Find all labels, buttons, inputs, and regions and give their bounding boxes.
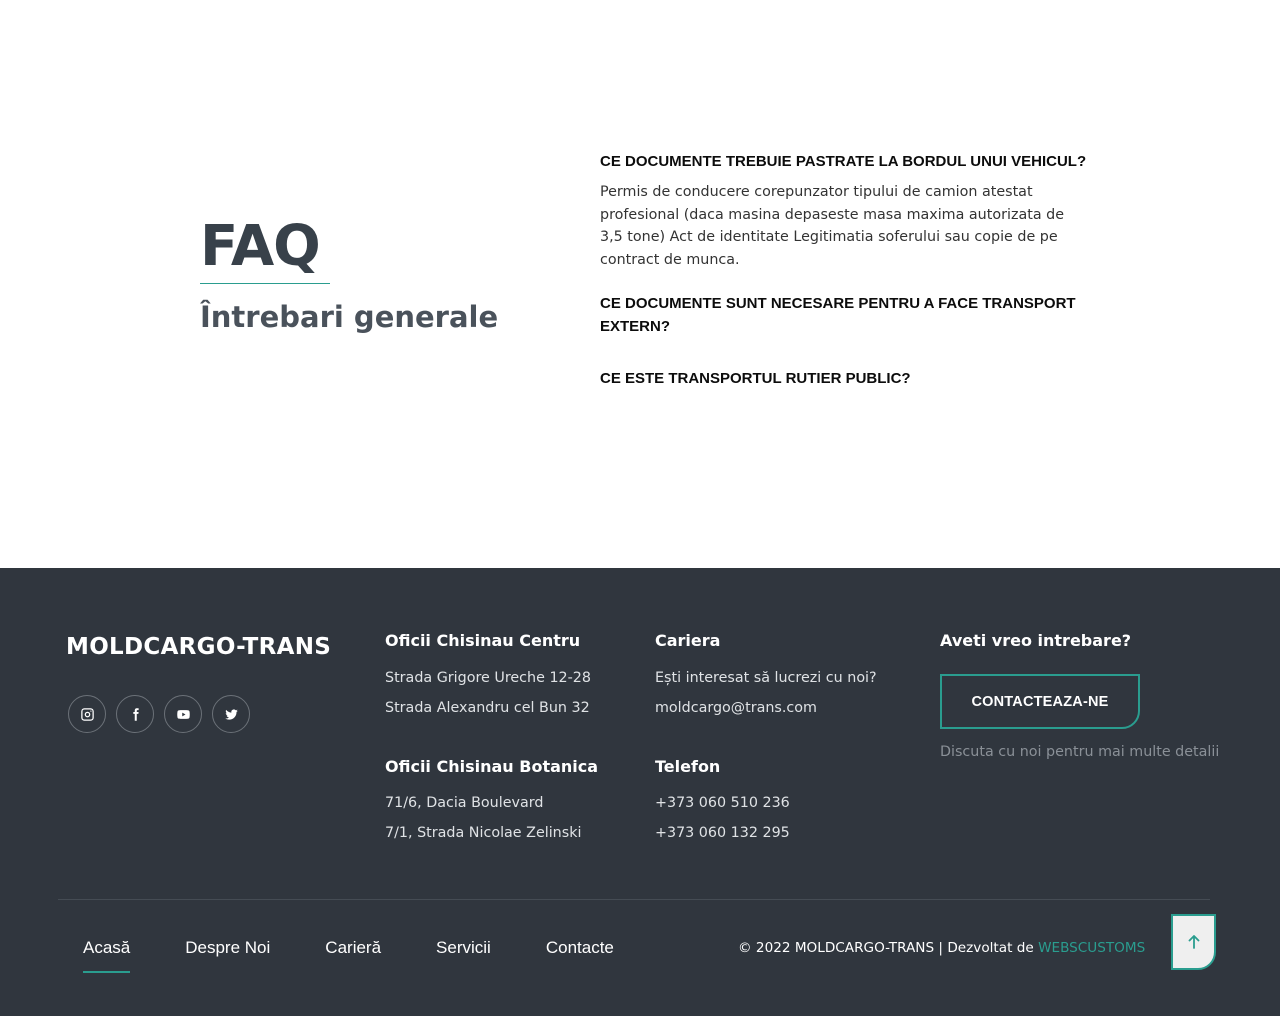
- phone-title: Telefon: [655, 757, 721, 776]
- faq-question-3[interactable]: CE ESTE TRANSPORTUL RUTIER PUBLIC?: [600, 367, 1090, 390]
- copyright-text: © 2022 MOLDCARGO-TRANS | Dezvoltat de: [738, 940, 1034, 956]
- twitter-icon[interactable]: [212, 695, 250, 733]
- faq-question-1[interactable]: CE DOCUMENTE TREBUIE PASTRATE LA BORDUL …: [600, 150, 1090, 173]
- faq-title: FAQ: [200, 214, 321, 279]
- office-botanica-address-2: 7/1, Strada Nicolae Zelinski: [385, 825, 582, 841]
- office-center-address-1: Strada Grigore Ureche 12-28: [385, 670, 591, 686]
- career-title: Cariera: [655, 631, 721, 650]
- faq-subtitle: Întrebari generale: [200, 300, 499, 334]
- faq-item-1[interactable]: CE DOCUMENTE TREBUIE PASTRATE LA BORDUL …: [600, 150, 1090, 272]
- faq-answer-1: Permis de conducere corepunzator tipului…: [600, 184, 1064, 269]
- facebook-icon[interactable]: [116, 695, 154, 733]
- copyright: © 2022 MOLDCARGO-TRANS | Dezvoltat de WE…: [738, 940, 1145, 956]
- phone-link-2[interactable]: +373 060 132 295: [655, 823, 790, 843]
- faq-title-underline: [200, 283, 330, 284]
- phone-link-1[interactable]: +373 060 510 236: [655, 793, 790, 813]
- office-botanica-address-1: 71/6, Dacia Boulevard: [385, 795, 544, 811]
- nav-item-cariera[interactable]: Carieră: [325, 935, 381, 961]
- faq-question-2[interactable]: CE DOCUMENTE SUNT NECESARE PENTRU A FACE…: [600, 292, 1080, 338]
- faq-item-3[interactable]: CE ESTE TRANSPORTUL RUTIER PUBLIC?: [600, 367, 1090, 390]
- site-footer: MOLDCARGO-TRANS Oficii Chisinau Centru S…: [0, 568, 1280, 1016]
- offices-botanica-title: Oficii Chisinau Botanica: [385, 757, 599, 776]
- career-text: Ești interesat să lucrezi cu noi?: [655, 670, 877, 686]
- instagram-icon[interactable]: [68, 695, 106, 733]
- faq-section: FAQ Întrebari generale CE DOCUMENTE TREB…: [0, 0, 1280, 568]
- nav-item-servicii[interactable]: Servicii: [436, 935, 491, 961]
- contact-button[interactable]: CONTACTEAZA-NE: [940, 674, 1140, 729]
- arrow-up-icon: [1188, 935, 1199, 949]
- career-email-link[interactable]: moldcargo@trans.com: [655, 698, 817, 718]
- faq-item-2[interactable]: CE DOCUMENTE SUNT NECESARE PENTRU A FACE…: [600, 292, 1080, 338]
- scroll-to-top-button[interactable]: [1171, 914, 1216, 970]
- youtube-icon[interactable]: [164, 695, 202, 733]
- footer-nav: Acasă Despre Noi Carieră Servicii Contac…: [83, 935, 669, 973]
- question-title: Aveti vreo intrebare?: [940, 631, 1132, 650]
- contact-hint: Discuta cu noi pentru mai multe detalii: [940, 744, 1220, 760]
- nav-item-despre-noi[interactable]: Despre Noi: [185, 935, 270, 961]
- footer-divider: [58, 899, 1210, 900]
- offices-center-title: Oficii Chisinau Centru: [385, 631, 581, 650]
- social-links: [68, 695, 250, 733]
- nav-item-contacte[interactable]: Contacte: [546, 935, 614, 961]
- nav-item-acasa[interactable]: Acasă: [83, 935, 131, 973]
- developer-link[interactable]: WEBSCUSTOMS: [1038, 940, 1145, 956]
- office-center-address-2: Strada Alexandru cel Bun 32: [385, 700, 590, 716]
- footer-brand[interactable]: MOLDCARGO-TRANS: [66, 634, 331, 660]
